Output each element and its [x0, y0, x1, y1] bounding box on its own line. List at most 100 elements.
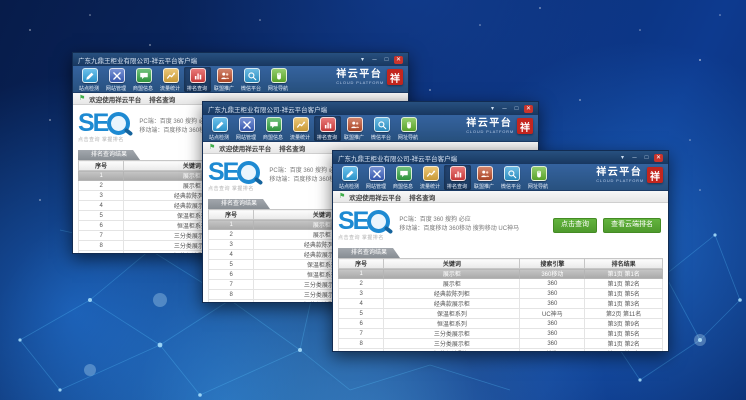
pencil-icon [82, 68, 98, 83]
col-header-keyword: 关键词 [384, 259, 520, 269]
titlebar[interactable]: 广东九鼎王柜业有限公司-祥云平台客户端 ▾ ─ □ ✕ [203, 102, 538, 115]
table-cell: 7 [79, 231, 124, 241]
table-cell: 1 [339, 269, 384, 279]
close-button[interactable]: ✕ [524, 105, 533, 113]
table-cell: 8 [339, 339, 384, 349]
toolbar-item-traffic-stats[interactable]: 流量统计 [287, 116, 314, 141]
skin-button[interactable]: ▾ [358, 56, 367, 64]
people-icon [347, 117, 363, 132]
minimize-button[interactable]: ─ [500, 105, 509, 113]
toolbar-item-alliance-promo[interactable]: 联盟推广 [341, 116, 368, 141]
toolbar-item-rank-query[interactable]: 排名查询 [184, 67, 211, 92]
app-window: 广东九鼎王柜业有限公司-祥云平台客户端 ▾ ─ □ ✕ 站点检测 网站管理 [332, 150, 669, 352]
toolbar-label: 联盟推广 [474, 182, 494, 189]
toolbar-item-alliance-info[interactable]: 商盟信息 [390, 165, 417, 190]
toolbar-item-rank-query[interactable]: 排名查询 [444, 165, 471, 190]
minimize-button[interactable]: ─ [370, 56, 379, 64]
col-header-no: 序号 [339, 259, 384, 269]
search-icon [504, 166, 520, 181]
maximize-button[interactable]: □ [382, 56, 391, 64]
table-row[interactable]: 1展示柜360移动第1页 第1名 [339, 269, 663, 279]
toolbar-item-wechat[interactable]: 微信平台 [498, 165, 525, 190]
table-cell: 3 [339, 289, 384, 299]
table-row[interactable]: 7三分类展示柜360第1页 第5名 [339, 329, 663, 339]
table-cell: 360 [520, 279, 585, 289]
action-buttons: 点击查询 查看云端排名 [553, 218, 661, 233]
table-cell: 4 [339, 299, 384, 309]
people-icon [477, 166, 493, 181]
titlebar[interactable]: 广东九鼎王柜业有限公司-祥云平台客户端 ▾ ─ □ ✕ [333, 151, 668, 164]
content-area: SE 点击查询 掌握排名 PC端：百度 360 搜狗 必应 移动端：百度移动 3… [333, 203, 668, 352]
toolbar-item-site-nav[interactable]: 网址导航 [525, 165, 552, 190]
cloud-rank-button[interactable]: 查看云端排名 [603, 218, 661, 233]
toolbar-item-traffic-stats[interactable]: 流量统计 [417, 165, 444, 190]
toolbar-item-wechat[interactable]: 微信平台 [238, 67, 265, 92]
magnifier-icon [107, 112, 130, 135]
minimize-button[interactable]: ─ [630, 154, 639, 162]
toolbar-item-site-manage[interactable]: 网站管理 [103, 67, 130, 92]
query-button[interactable]: 点击查询 [553, 218, 597, 233]
toolbar-item-site-check[interactable]: 站点检测 [206, 116, 233, 141]
toolbar-item-site-manage[interactable]: 网站管理 [233, 116, 260, 141]
titlebar[interactable]: 广东九鼎王柜业有限公司-祥云平台客户端 ▾ ─ □ ✕ [73, 53, 408, 66]
table-row[interactable]: 5保温柜系列UC神马第2页 第11名 [339, 309, 663, 319]
maximize-button[interactable]: □ [512, 105, 521, 113]
mouse-icon [401, 117, 417, 132]
toolbar-item-alliance-info[interactable]: 商盟信息 [130, 67, 157, 92]
maximize-button[interactable]: □ [642, 154, 651, 162]
toolbar-item-alliance-info[interactable]: 商盟信息 [260, 116, 287, 141]
table-cell: 5 [339, 309, 384, 319]
table-cell: 展示柜 [384, 279, 520, 289]
results-tab[interactable]: 排名查询结果 [338, 248, 400, 258]
toolbar-item-site-check[interactable]: 站点检测 [336, 165, 363, 190]
table-row[interactable]: 2展示柜360第1页 第2名 [339, 279, 663, 289]
search-icon [244, 68, 260, 83]
table-row[interactable]: 9智能经济型柜搜狗第1页 第2名 [339, 349, 663, 353]
table-cell: 1 [79, 171, 124, 181]
brand-text: 祥云平台 CLOUD PLATFORM [466, 119, 514, 134]
skin-button[interactable]: ▾ [488, 105, 497, 113]
toolbar-label: 排名查询 [317, 133, 337, 140]
table-row[interactable]: 3经典款陈列柜360第1页 第5名 [339, 289, 663, 299]
table-cell: UC神马 [520, 309, 585, 319]
bar-chart-icon [450, 166, 466, 181]
chat-bubble-icon [396, 166, 412, 181]
table-row[interactable]: 6恒温柜系列360第3页 第9名 [339, 319, 663, 329]
toolbar-item-site-nav[interactable]: 网址导航 [395, 116, 422, 141]
welcome-section-label: 排名查询 [279, 143, 305, 153]
toolbar-item-wechat[interactable]: 微信平台 [368, 116, 395, 141]
toolbar-item-site-nav[interactable]: 网址导航 [265, 67, 292, 92]
table-row[interactable]: 4经典款展示柜360第1页 第3名 [339, 299, 663, 309]
toolbar-label: 排名查询 [447, 182, 467, 189]
table-cell: 9 [339, 349, 384, 353]
table-row[interactable]: 8三分类展示柜360第1页 第2名 [339, 339, 663, 349]
table-cell: 第1页 第2名 [585, 339, 663, 349]
toolbar-label: 排名查询 [187, 84, 207, 91]
toolbar-item-site-manage[interactable]: 网站管理 [363, 165, 390, 190]
welcome-bar: ⚑ 欢迎使用祥云平台 排名查询 [333, 191, 668, 203]
brand-name: 祥云平台 [336, 70, 384, 80]
logo-row: SE 点击查询 掌握排名 PC端：百度 360 搜狗 必应 移动端：百度移动 3… [338, 205, 663, 245]
table-cell: 8 [209, 290, 254, 300]
close-button[interactable]: ✕ [654, 154, 663, 162]
table-cell: 三分类展示柜 [384, 329, 520, 339]
table-cell: 360 [520, 289, 585, 299]
skin-button[interactable]: ▾ [618, 154, 627, 162]
toolbar-item-site-check[interactable]: 站点检测 [76, 67, 103, 92]
results-tab[interactable]: 排名查询结果 [78, 150, 140, 160]
toolbar-item-traffic-stats[interactable]: 流量统计 [157, 67, 184, 92]
results-tab[interactable]: 排名查询结果 [208, 199, 270, 209]
table-cell: 360移动 [520, 269, 585, 279]
toolbar-label: 流量统计 [290, 133, 310, 140]
mobile-engines-line: 移动端：百度移动 360移动 搜狗移动 UC神马 [399, 225, 519, 234]
toolbar-item-alliance-promo[interactable]: 联盟推广 [471, 165, 498, 190]
welcome-text: 欢迎使用祥云平台 [219, 143, 271, 153]
line-chart-icon [423, 166, 439, 181]
close-button[interactable]: ✕ [394, 56, 403, 64]
table-cell: 2 [339, 279, 384, 289]
toolbar-item-alliance-promo[interactable]: 联盟推广 [211, 67, 238, 92]
toolbar-item-rank-query[interactable]: 排名查询 [314, 116, 341, 141]
table-cell: 第1页 第2名 [585, 279, 663, 289]
toolbar-label: 网站管理 [106, 84, 126, 91]
toolbar-label: 流量统计 [420, 182, 440, 189]
